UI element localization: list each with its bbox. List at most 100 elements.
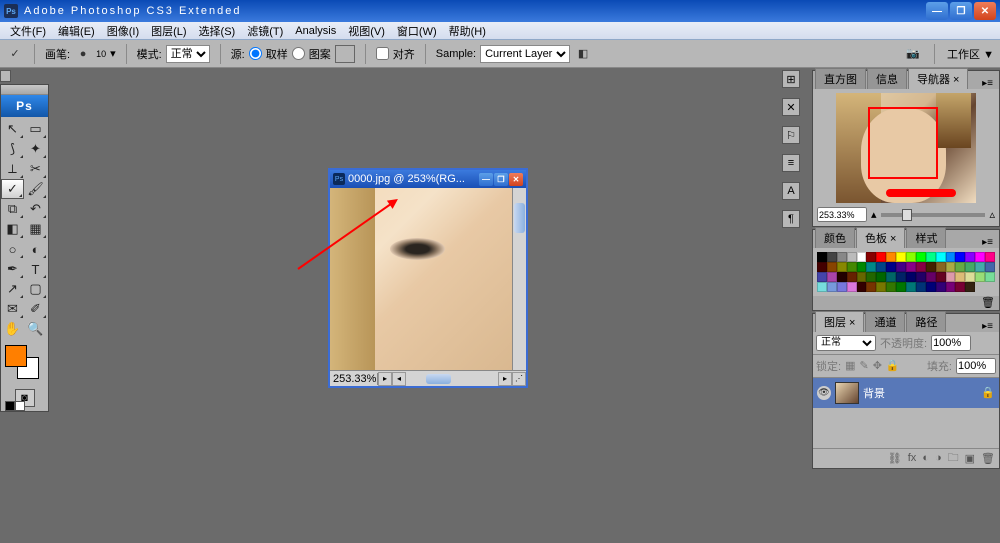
scroll-right-icon[interactable]: ▸ [498,372,512,386]
swatch[interactable] [946,272,956,282]
menu-file[interactable]: 文件(F) [4,23,52,39]
link-icon[interactable]: ⛓ [888,452,902,465]
toolbox-collapse-icon[interactable] [0,70,11,82]
lock-all-icon[interactable]: 🔒 [886,359,900,372]
menu-filter[interactable]: 滤镜(T) [241,23,289,39]
swatch[interactable] [827,282,837,292]
vertical-scrollbar[interactable] [512,188,526,370]
menu-window[interactable]: 窗口(W) [391,23,443,39]
stamp-tool[interactable]: ⧉ [1,199,24,219]
swatch[interactable] [896,252,906,262]
swatch[interactable] [936,272,946,282]
swatch[interactable] [906,252,916,262]
path-tool[interactable]: ↗ [1,279,24,299]
swatch[interactable] [955,272,965,282]
menu-view[interactable]: 视图(V) [342,23,391,39]
swatch[interactable] [946,282,956,292]
trash-icon[interactable]: 🗑 [981,296,995,309]
move-tool[interactable]: ↖ [1,119,24,139]
marquee-tool[interactable]: ▭ [24,119,47,139]
tab-channels[interactable]: 通道 [865,311,905,332]
swatch[interactable] [847,252,857,262]
notes-tool[interactable]: ✉ [1,299,24,319]
swatch[interactable] [926,262,936,272]
source-pattern-radio[interactable] [292,47,305,60]
gradient-tool[interactable]: ▦ [24,219,47,239]
swatch[interactable] [857,252,867,262]
doc-minimize-button[interactable]: — [479,173,493,186]
swatch[interactable] [906,262,916,272]
tab-info[interactable]: 信息 [867,68,907,89]
close-button[interactable]: ✕ [974,2,996,20]
menu-edit[interactable]: 编辑(E) [52,23,101,39]
brush-dropdown-icon[interactable]: ▾ [110,47,116,60]
menu-image[interactable]: 图像(I) [101,23,145,39]
panel-menu-icon[interactable]: ▸≡ [978,321,997,332]
history-brush-tool[interactable]: ↶ [24,199,47,219]
tab-histogram[interactable]: 直方图 [815,68,866,89]
maximize-button[interactable]: ❐ [950,2,972,20]
zoom-out-icon[interactable]: ▴ [871,208,877,221]
source-sample-radio[interactable] [249,47,262,60]
swatch[interactable] [936,282,946,292]
visibility-icon[interactable]: 👁 [817,386,831,400]
foreground-color[interactable] [5,345,27,367]
tools-header[interactable] [1,85,48,95]
blur-tool[interactable]: ○ [1,239,24,259]
swatch[interactable] [876,252,886,262]
swatch[interactable] [837,262,847,272]
swatch[interactable] [817,252,827,262]
new-layer-icon[interactable]: ▣ [965,452,975,465]
hand-tool[interactable]: ✋ [1,319,24,339]
zoom-level[interactable]: 253.33% [330,373,378,385]
swatch[interactable] [936,252,946,262]
pattern-picker[interactable] [335,45,355,63]
zoom-in-icon[interactable]: ▵ [989,208,995,221]
swatch[interactable] [975,252,985,262]
swatch[interactable] [985,272,995,282]
swatch[interactable] [926,252,936,262]
shape-tool[interactable]: ▢ [24,279,47,299]
swatch[interactable] [896,272,906,282]
swatch[interactable] [906,272,916,282]
swatch[interactable] [837,282,847,292]
dock-icon-2[interactable]: ✕ [782,98,800,116]
tool-preset-icon[interactable]: ✓ [6,45,24,63]
lock-pixels-icon[interactable]: ▦ [845,359,855,372]
swatch[interactable] [975,272,985,282]
zoom-slider[interactable] [881,213,986,217]
swatch[interactable] [975,262,985,272]
panel-menu-icon[interactable]: ▸≡ [978,237,997,248]
swatch[interactable] [876,262,886,272]
menu-help[interactable]: 帮助(H) [443,23,492,39]
menu-analysis[interactable]: Analysis [289,25,342,37]
layer-name[interactable]: 背景 [863,385,885,401]
tab-color[interactable]: 颜色 [815,227,855,248]
dock-icon-3[interactable]: ⚐ [782,126,800,144]
lock-brush-icon[interactable]: ✎ [859,359,868,372]
menu-layer[interactable]: 图层(L) [145,23,192,39]
swatch[interactable] [847,282,857,292]
sample-select[interactable]: Current Layer [480,45,570,63]
swatch[interactable] [936,262,946,272]
minimize-button[interactable]: — [926,2,948,20]
slice-tool[interactable]: ✂ [24,159,47,179]
opacity-input[interactable] [931,335,971,351]
swatch[interactable] [965,282,975,292]
nav-zoom-input[interactable] [817,207,867,222]
swatch[interactable] [955,252,965,262]
workspace-menu[interactable]: 工作区 ▼ [947,46,994,62]
dock-icon-6[interactable]: ¶ [782,210,800,228]
wand-tool[interactable]: ✦ [24,139,47,159]
swatch[interactable] [906,282,916,292]
dock-icon-5[interactable]: A [782,182,800,200]
brush-preview-icon[interactable]: ● [74,45,92,63]
swatch[interactable] [916,262,926,272]
menu-select[interactable]: 选择(S) [193,23,242,39]
document-canvas[interactable] [330,188,526,370]
swatch[interactable] [866,262,876,272]
tab-layers[interactable]: 图层 × [815,311,864,332]
swatch[interactable] [827,252,837,262]
adjustment-icon[interactable]: ◑ [935,452,942,464]
panel-menu-icon[interactable]: ▸≡ [978,78,997,89]
